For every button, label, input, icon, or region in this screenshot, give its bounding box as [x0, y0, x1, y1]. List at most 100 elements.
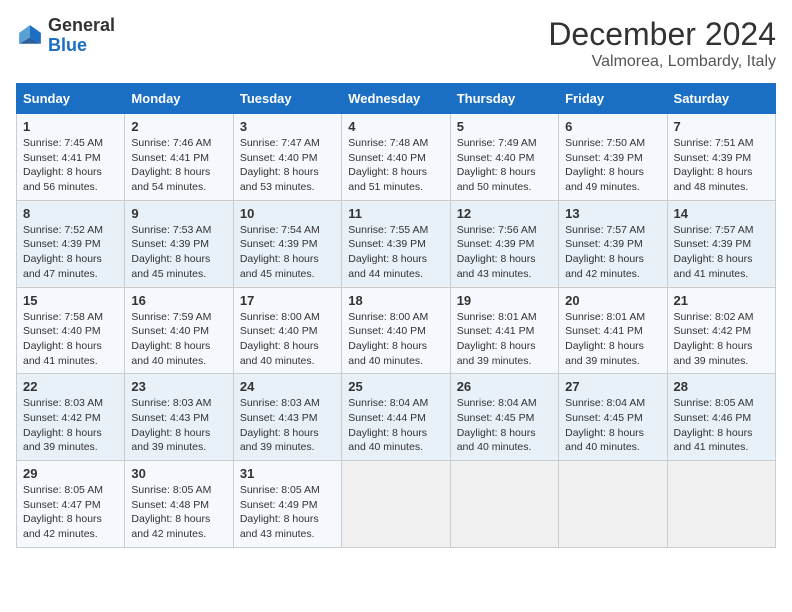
day-number: 18 — [348, 293, 443, 308]
day-cell: 16 Sunrise: 7:59 AM Sunset: 4:40 PM Dayl… — [125, 287, 233, 374]
week-row-1: 1 Sunrise: 7:45 AM Sunset: 4:41 PM Dayli… — [17, 114, 776, 201]
header-cell-wednesday: Wednesday — [342, 84, 450, 114]
day-detail: Sunrise: 8:04 AM Sunset: 4:45 PM Dayligh… — [457, 396, 552, 455]
day-cell: 13 Sunrise: 7:57 AM Sunset: 4:39 PM Dayl… — [559, 200, 667, 287]
day-cell: 4 Sunrise: 7:48 AM Sunset: 4:40 PM Dayli… — [342, 114, 450, 201]
day-number: 2 — [131, 119, 226, 134]
day-cell: 1 Sunrise: 7:45 AM Sunset: 4:41 PM Dayli… — [17, 114, 125, 201]
day-detail: Sunrise: 7:51 AM Sunset: 4:39 PM Dayligh… — [674, 136, 769, 195]
day-cell — [559, 461, 667, 548]
logo: General Blue — [16, 16, 115, 56]
day-detail: Sunrise: 7:53 AM Sunset: 4:39 PM Dayligh… — [131, 223, 226, 282]
day-detail: Sunrise: 7:58 AM Sunset: 4:40 PM Dayligh… — [23, 310, 118, 369]
day-detail: Sunrise: 8:05 AM Sunset: 4:48 PM Dayligh… — [131, 483, 226, 542]
day-detail: Sunrise: 7:57 AM Sunset: 4:39 PM Dayligh… — [565, 223, 660, 282]
day-detail: Sunrise: 8:05 AM Sunset: 4:47 PM Dayligh… — [23, 483, 118, 542]
day-number: 10 — [240, 206, 335, 221]
day-detail: Sunrise: 8:05 AM Sunset: 4:46 PM Dayligh… — [674, 396, 769, 455]
day-detail: Sunrise: 8:02 AM Sunset: 4:42 PM Dayligh… — [674, 310, 769, 369]
day-number: 22 — [23, 379, 118, 394]
day-cell: 3 Sunrise: 7:47 AM Sunset: 4:40 PM Dayli… — [233, 114, 341, 201]
day-number: 4 — [348, 119, 443, 134]
day-cell — [450, 461, 558, 548]
day-number: 11 — [348, 206, 443, 221]
day-number: 23 — [131, 379, 226, 394]
title-area: December 2024 Valmorea, Lombardy, Italy — [548, 16, 776, 71]
header-cell-saturday: Saturday — [667, 84, 775, 114]
day-detail: Sunrise: 7:49 AM Sunset: 4:40 PM Dayligh… — [457, 136, 552, 195]
day-detail: Sunrise: 8:04 AM Sunset: 4:44 PM Dayligh… — [348, 396, 443, 455]
day-number: 16 — [131, 293, 226, 308]
day-number: 14 — [674, 206, 769, 221]
day-detail: Sunrise: 8:03 AM Sunset: 4:43 PM Dayligh… — [131, 396, 226, 455]
logo-line2: Blue — [48, 36, 115, 56]
day-number: 12 — [457, 206, 552, 221]
day-detail: Sunrise: 7:57 AM Sunset: 4:39 PM Dayligh… — [674, 223, 769, 282]
day-detail: Sunrise: 8:01 AM Sunset: 4:41 PM Dayligh… — [565, 310, 660, 369]
day-detail: Sunrise: 8:03 AM Sunset: 4:42 PM Dayligh… — [23, 396, 118, 455]
week-row-5: 29 Sunrise: 8:05 AM Sunset: 4:47 PM Dayl… — [17, 461, 776, 548]
day-cell: 23 Sunrise: 8:03 AM Sunset: 4:43 PM Dayl… — [125, 374, 233, 461]
day-cell: 24 Sunrise: 8:03 AM Sunset: 4:43 PM Dayl… — [233, 374, 341, 461]
day-detail: Sunrise: 8:00 AM Sunset: 4:40 PM Dayligh… — [240, 310, 335, 369]
day-cell: 22 Sunrise: 8:03 AM Sunset: 4:42 PM Dayl… — [17, 374, 125, 461]
day-number: 27 — [565, 379, 660, 394]
day-cell: 28 Sunrise: 8:05 AM Sunset: 4:46 PM Dayl… — [667, 374, 775, 461]
logo-icon — [16, 22, 44, 50]
day-cell: 26 Sunrise: 8:04 AM Sunset: 4:45 PM Dayl… — [450, 374, 558, 461]
month-title: December 2024 — [548, 16, 776, 53]
day-cell: 25 Sunrise: 8:04 AM Sunset: 4:44 PM Dayl… — [342, 374, 450, 461]
day-detail: Sunrise: 8:04 AM Sunset: 4:45 PM Dayligh… — [565, 396, 660, 455]
week-row-3: 15 Sunrise: 7:58 AM Sunset: 4:40 PM Dayl… — [17, 287, 776, 374]
day-detail: Sunrise: 7:45 AM Sunset: 4:41 PM Dayligh… — [23, 136, 118, 195]
header-cell-friday: Friday — [559, 84, 667, 114]
day-cell: 19 Sunrise: 8:01 AM Sunset: 4:41 PM Dayl… — [450, 287, 558, 374]
day-cell: 27 Sunrise: 8:04 AM Sunset: 4:45 PM Dayl… — [559, 374, 667, 461]
day-cell: 11 Sunrise: 7:55 AM Sunset: 4:39 PM Dayl… — [342, 200, 450, 287]
day-detail: Sunrise: 7:59 AM Sunset: 4:40 PM Dayligh… — [131, 310, 226, 369]
day-number: 1 — [23, 119, 118, 134]
day-detail: Sunrise: 7:56 AM Sunset: 4:39 PM Dayligh… — [457, 223, 552, 282]
day-cell: 6 Sunrise: 7:50 AM Sunset: 4:39 PM Dayli… — [559, 114, 667, 201]
day-cell: 10 Sunrise: 7:54 AM Sunset: 4:39 PM Dayl… — [233, 200, 341, 287]
day-number: 5 — [457, 119, 552, 134]
day-cell: 15 Sunrise: 7:58 AM Sunset: 4:40 PM Dayl… — [17, 287, 125, 374]
day-cell: 30 Sunrise: 8:05 AM Sunset: 4:48 PM Dayl… — [125, 461, 233, 548]
header-cell-sunday: Sunday — [17, 84, 125, 114]
day-cell: 7 Sunrise: 7:51 AM Sunset: 4:39 PM Dayli… — [667, 114, 775, 201]
day-cell: 2 Sunrise: 7:46 AM Sunset: 4:41 PM Dayli… — [125, 114, 233, 201]
day-cell: 8 Sunrise: 7:52 AM Sunset: 4:39 PM Dayli… — [17, 200, 125, 287]
day-cell: 17 Sunrise: 8:00 AM Sunset: 4:40 PM Dayl… — [233, 287, 341, 374]
day-cell: 9 Sunrise: 7:53 AM Sunset: 4:39 PM Dayli… — [125, 200, 233, 287]
day-number: 19 — [457, 293, 552, 308]
logo-line1: General — [48, 16, 115, 36]
day-cell: 29 Sunrise: 8:05 AM Sunset: 4:47 PM Dayl… — [17, 461, 125, 548]
day-detail: Sunrise: 7:48 AM Sunset: 4:40 PM Dayligh… — [348, 136, 443, 195]
week-row-4: 22 Sunrise: 8:03 AM Sunset: 4:42 PM Dayl… — [17, 374, 776, 461]
day-detail: Sunrise: 7:52 AM Sunset: 4:39 PM Dayligh… — [23, 223, 118, 282]
day-cell: 20 Sunrise: 8:01 AM Sunset: 4:41 PM Dayl… — [559, 287, 667, 374]
day-number: 3 — [240, 119, 335, 134]
day-cell: 14 Sunrise: 7:57 AM Sunset: 4:39 PM Dayl… — [667, 200, 775, 287]
page-header: General Blue December 2024 Valmorea, Lom… — [16, 16, 776, 71]
day-detail: Sunrise: 7:54 AM Sunset: 4:39 PM Dayligh… — [240, 223, 335, 282]
calendar-table: SundayMondayTuesdayWednesdayThursdayFrid… — [16, 83, 776, 548]
day-cell: 18 Sunrise: 8:00 AM Sunset: 4:40 PM Dayl… — [342, 287, 450, 374]
location-title: Valmorea, Lombardy, Italy — [548, 53, 776, 71]
day-cell: 12 Sunrise: 7:56 AM Sunset: 4:39 PM Dayl… — [450, 200, 558, 287]
day-number: 28 — [674, 379, 769, 394]
day-detail: Sunrise: 8:00 AM Sunset: 4:40 PM Dayligh… — [348, 310, 443, 369]
day-detail: Sunrise: 7:55 AM Sunset: 4:39 PM Dayligh… — [348, 223, 443, 282]
header-cell-tuesday: Tuesday — [233, 84, 341, 114]
day-number: 21 — [674, 293, 769, 308]
week-row-2: 8 Sunrise: 7:52 AM Sunset: 4:39 PM Dayli… — [17, 200, 776, 287]
day-detail: Sunrise: 7:50 AM Sunset: 4:39 PM Dayligh… — [565, 136, 660, 195]
header-cell-thursday: Thursday — [450, 84, 558, 114]
day-number: 17 — [240, 293, 335, 308]
day-cell — [667, 461, 775, 548]
day-cell: 5 Sunrise: 7:49 AM Sunset: 4:40 PM Dayli… — [450, 114, 558, 201]
day-number: 29 — [23, 466, 118, 481]
day-number: 25 — [348, 379, 443, 394]
day-number: 30 — [131, 466, 226, 481]
day-number: 7 — [674, 119, 769, 134]
